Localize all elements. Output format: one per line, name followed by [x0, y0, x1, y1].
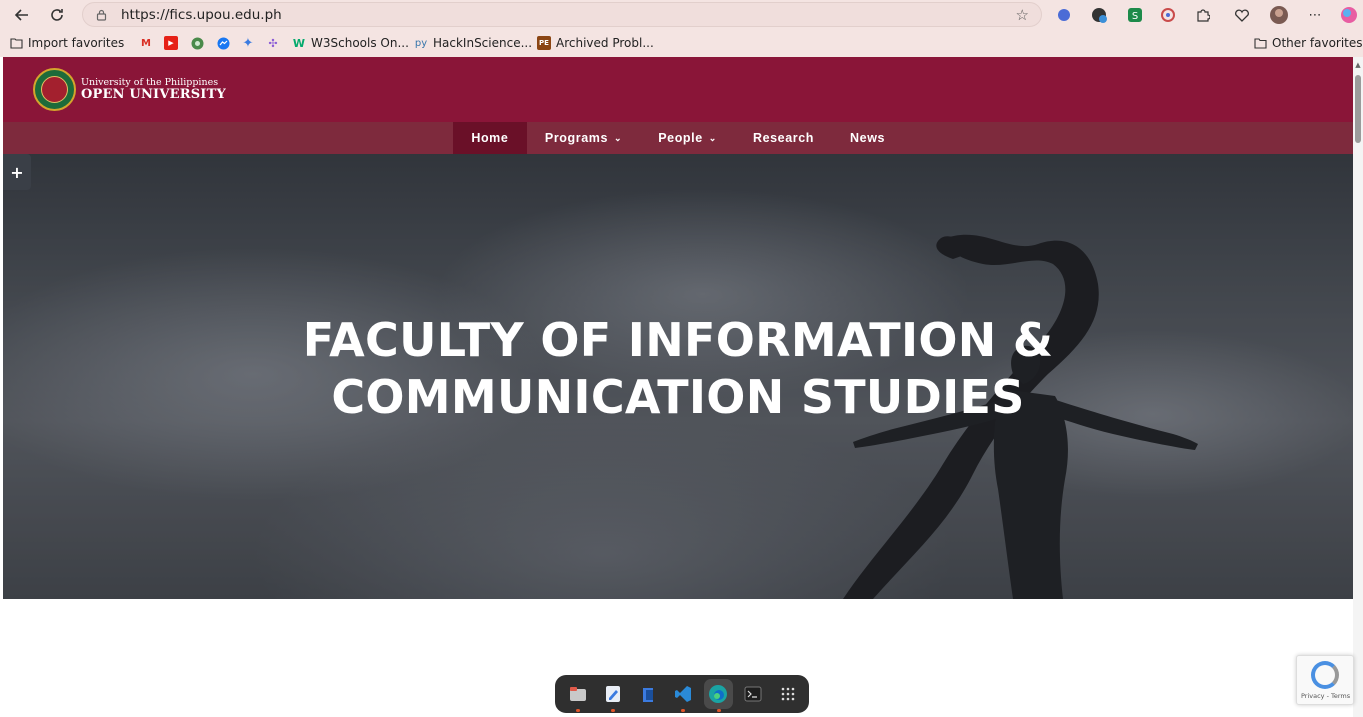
chevron-down-icon: ⌄ [708, 132, 717, 143]
vscode-icon[interactable] [668, 679, 697, 712]
hero-title: FACULTY OF INFORMATION & COMMUNICATION S… [3, 312, 1353, 426]
profile-avatar-icon[interactable] [1269, 5, 1289, 25]
screenshot-extension-icon[interactable] [1158, 5, 1178, 25]
site-info-icon[interactable] [95, 9, 107, 21]
files-icon[interactable] [563, 679, 592, 712]
site-header: University of the Philippines OPEN UNIVE… [3, 57, 1353, 122]
favorite-star-icon[interactable]: ☆ [1016, 6, 1029, 24]
bookmark-gmail[interactable]: M [139, 35, 158, 51]
scroll-up-arrow-icon[interactable]: ▲ [1354, 61, 1362, 69]
hero-title-line-1: FACULTY OF INFORMATION & [302, 313, 1054, 367]
main-nav: Home Programs ⌄ People ⌄ Research News [3, 122, 1353, 154]
address-bar[interactable]: https://fics.upou.edu.ph ☆ [82, 2, 1042, 27]
import-icon [9, 36, 23, 50]
bookmark-label: W3Schools On... [311, 36, 409, 50]
scroll-thumb[interactable] [1355, 75, 1361, 143]
page-scrollbar[interactable]: ▲ [1353, 57, 1363, 717]
nav-programs[interactable]: Programs ⌄ [527, 122, 640, 154]
recaptcha-text[interactable]: Privacy - Terms [1301, 692, 1350, 700]
extension-badge-icon[interactable] [1089, 5, 1109, 25]
desktop-dock [555, 675, 809, 713]
bookmark-messenger[interactable] [216, 35, 235, 51]
gmail-icon: M [141, 37, 151, 49]
puzzle-icon: ✣ [268, 36, 278, 50]
bookmark-chrome-extension[interactable] [190, 35, 209, 51]
nav-label: Home [471, 131, 509, 145]
hero-title-line-2: COMMUNICATION STUDIES [331, 370, 1025, 424]
reload-icon[interactable] [46, 4, 68, 26]
nav-label: Programs [544, 131, 609, 145]
bookmark-puzzle[interactable]: ✣ [266, 35, 285, 51]
bookmarks-bar: Import favorites M ▶ ✦ ✣ W W3Schools On.… [0, 29, 1363, 57]
copilot-extension-icon[interactable] [1054, 5, 1074, 25]
extensions-puzzle-icon[interactable] [1193, 5, 1213, 25]
sparkle-icon: ✦ [242, 35, 254, 51]
s-extension-icon[interactable]: S [1125, 5, 1145, 25]
up-seal-icon [33, 68, 76, 111]
messenger-icon [216, 36, 230, 50]
bookmark-youtube[interactable]: ▶ [164, 35, 183, 51]
svg-text:S: S [1132, 11, 1138, 22]
nav-people[interactable]: People ⌄ [640, 122, 735, 154]
bookmark-label: HackInScience... [433, 36, 533, 50]
bookmark-sparkle[interactable]: ✦ [241, 35, 260, 51]
address-url[interactable]: https://fics.upou.edu.ph [121, 7, 282, 23]
bookmark-import-favorites[interactable]: Import favorites [9, 35, 124, 51]
more-menu-icon[interactable]: ⋯ [1305, 5, 1325, 25]
edge-icon[interactable] [703, 679, 733, 712]
expand-plus-button[interactable]: + [3, 154, 31, 190]
nav-label: People [658, 131, 703, 145]
nav-label: News [850, 131, 886, 145]
folder-icon [1253, 36, 1267, 50]
hackinscience-icon: py [414, 37, 428, 49]
youtube-icon: ▶ [164, 36, 178, 50]
recaptcha-badge[interactable]: Privacy - Terms [1296, 655, 1354, 705]
bookmark-label: Import favorites [28, 36, 125, 50]
back-arrow-icon[interactable] [11, 4, 33, 26]
bookmark-label: Archived Probl... [556, 36, 654, 50]
nav-label: Research [752, 131, 815, 145]
terminal-icon[interactable] [739, 679, 768, 709]
logo-line-2: OPEN UNIVERSITY [81, 86, 226, 102]
copilot-icon[interactable] [1339, 5, 1359, 25]
nav-news[interactable]: News [832, 122, 903, 154]
chevron-down-icon: ⌄ [614, 132, 623, 143]
bookmark-hackinscience[interactable]: py HackInScience... [414, 35, 532, 51]
other-favorites[interactable]: Other favorites [1253, 35, 1363, 51]
nav-research[interactable]: Research [735, 122, 832, 154]
store-icon[interactable] [633, 679, 662, 709]
bookmark-w3schools[interactable]: W W3Schools On... [292, 35, 409, 51]
chrome-extension-icon [190, 36, 204, 50]
w3schools-icon: W [292, 36, 306, 50]
browser-essentials-icon[interactable] [1232, 5, 1252, 25]
other-favorites-label: Other favorites [1272, 36, 1363, 50]
text-editor-icon[interactable] [598, 679, 627, 712]
web-page: University of the Philippines OPEN UNIVE… [3, 57, 1353, 717]
recaptcha-logo-icon [1311, 661, 1339, 689]
bookmark-archived-problems[interactable]: PE Archived Probl... [537, 35, 654, 51]
project-euler-icon: PE [537, 36, 551, 50]
nav-home[interactable]: Home [452, 122, 527, 154]
browser-toolbar: https://fics.upou.edu.ph ☆ S ⋯ [0, 0, 1363, 29]
upou-logo[interactable]: University of the Philippines OPEN UNIVE… [33, 68, 226, 111]
app-grid-icon[interactable] [774, 679, 803, 709]
hero-banner: FACULTY OF INFORMATION & COMMUNICATION S… [3, 154, 1353, 599]
